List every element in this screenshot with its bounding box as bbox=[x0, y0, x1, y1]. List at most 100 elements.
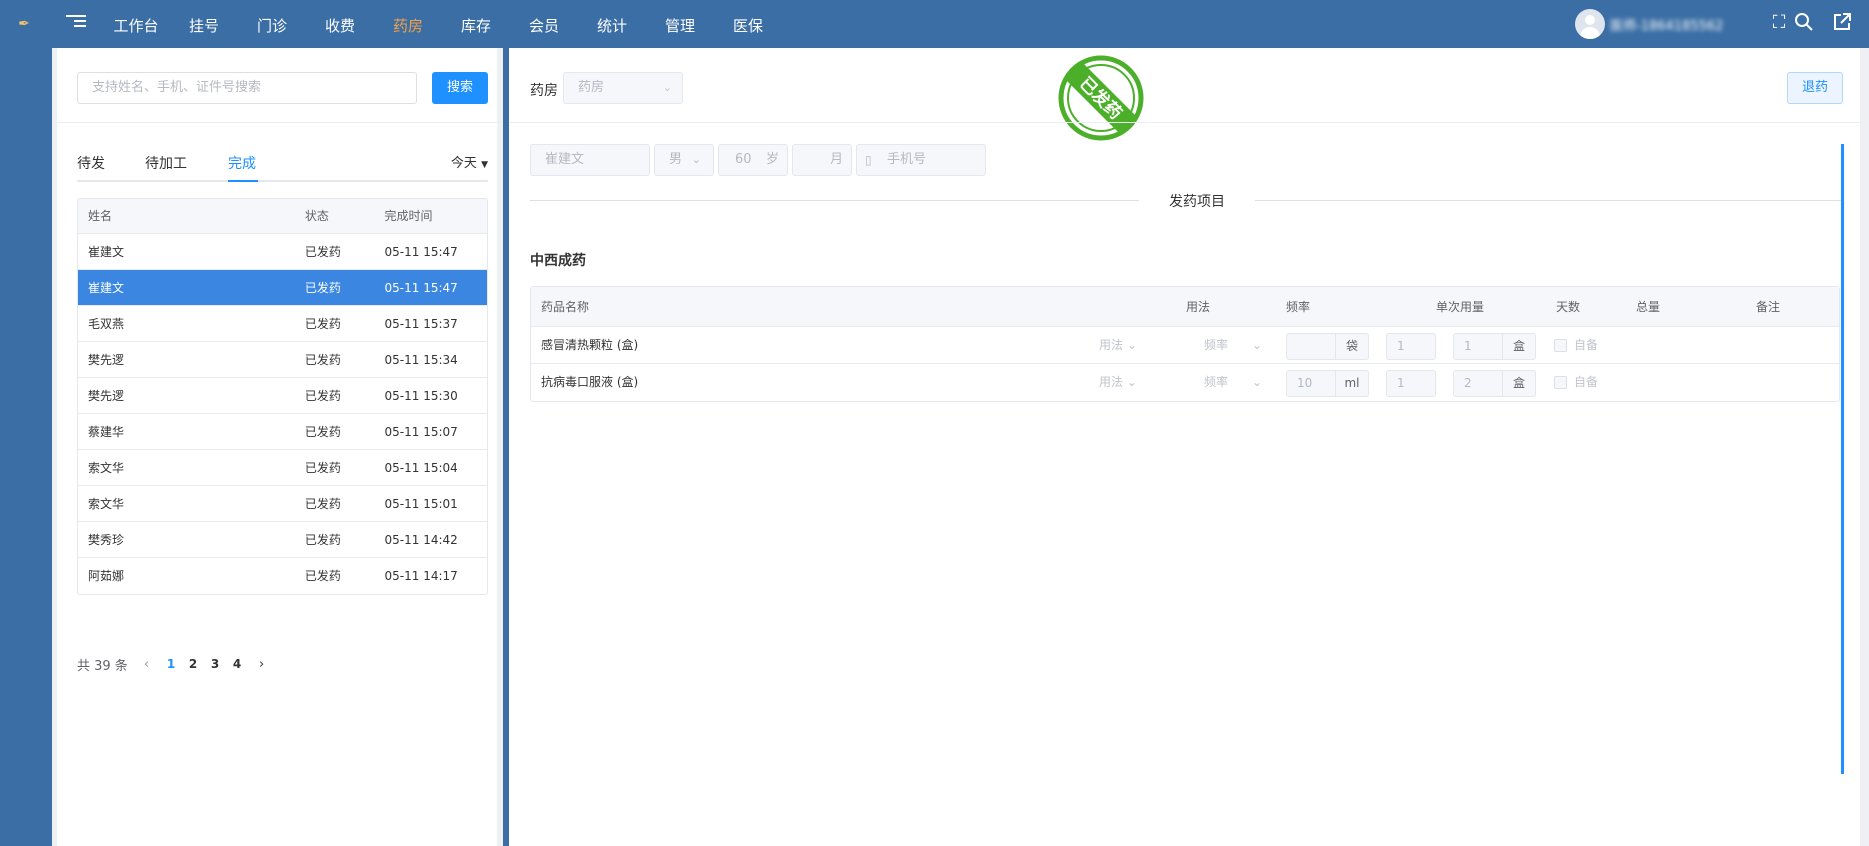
table-row[interactable]: 樊秀珍 已发药 05-11 14:42 bbox=[78, 522, 487, 558]
caret-down-icon: ▼ bbox=[481, 160, 488, 170]
drug-group-title: 中西成药 bbox=[530, 253, 586, 269]
total-input[interactable]: 1 bbox=[1453, 333, 1503, 360]
month-unit: 月 bbox=[829, 152, 843, 167]
user-avatar[interactable] bbox=[1575, 9, 1605, 39]
dispense-detail-panel: 药房 药房 ⌄ 已发药 退药 崔建文 男 ⌄ 60 岁 月 ▯ 手机号 发药项目… bbox=[509, 48, 1860, 846]
dose-input[interactable] bbox=[1286, 333, 1336, 360]
dispense-status: 已发药 bbox=[304, 569, 341, 583]
section-divider-right bbox=[1255, 200, 1841, 201]
chevron-down-icon: ⌄ bbox=[662, 81, 672, 94]
patient-month-field[interactable]: 月 bbox=[792, 144, 852, 176]
column-header-total: 总量 bbox=[1636, 300, 1661, 314]
prev-page-icon[interactable]: ‹ bbox=[144, 657, 149, 672]
self-supply-checkbox[interactable] bbox=[1554, 339, 1567, 352]
dose-input[interactable]: 10 bbox=[1286, 370, 1336, 397]
days-input[interactable]: 1 bbox=[1386, 370, 1436, 397]
self-supply-label: 自备 bbox=[1574, 375, 1599, 389]
table-row[interactable]: 毛双燕 已发药 05-11 15:37 bbox=[78, 306, 487, 342]
search-input[interactable]: 支持姓名、手机、证件号搜索 bbox=[77, 72, 417, 104]
patient-name: 樊秀珍 bbox=[88, 533, 125, 547]
nav-item[interactable]: 挂号 bbox=[170, 0, 238, 48]
nav-item[interactable]: 库存 bbox=[442, 0, 510, 48]
table-row[interactable]: 崔建文 已发药 05-11 15:47 bbox=[78, 234, 487, 270]
nav-item[interactable]: 会员 bbox=[510, 0, 578, 48]
page-2[interactable]: 2 bbox=[187, 657, 199, 671]
table-row[interactable]: 阿茹娜 已发药 05-11 14:17 bbox=[78, 558, 487, 594]
nav-item[interactable]: 管理 bbox=[646, 0, 714, 48]
completion-time: 05-11 15:34 bbox=[384, 353, 458, 367]
table-row[interactable]: 崔建文 已发药 05-11 15:47 bbox=[78, 270, 487, 306]
usage-select[interactable]: 用法 ⌄ bbox=[1099, 327, 1179, 364]
drug-name: 感冒清热颗粒 (盒) bbox=[541, 338, 639, 352]
brand-logo-icon[interactable]: ✒ bbox=[14, 14, 34, 34]
dose-unit: ml bbox=[1335, 370, 1369, 397]
drug-row: 感冒清热颗粒 (盒) 用法 ⌄ 频率 ⌄ 袋 1 1 盒自备 bbox=[531, 327, 1839, 364]
total-input[interactable]: 2 bbox=[1453, 370, 1503, 397]
completion-time: 05-11 14:17 bbox=[384, 569, 458, 583]
table-row[interactable]: 樊先逻 已发药 05-11 15:30 bbox=[78, 378, 487, 414]
right-gutter bbox=[1860, 48, 1869, 846]
table-row[interactable]: 索文华 已发药 05-11 15:04 bbox=[78, 450, 487, 486]
drug-table-header: 药品名称 用法 频率 单次用量 天数 总量 备注 bbox=[531, 287, 1839, 327]
dispense-status: 已发药 bbox=[304, 281, 341, 295]
table-row[interactable]: 樊先逻 已发药 05-11 15:34 bbox=[78, 342, 487, 378]
tab-pending[interactable]: 待发 bbox=[77, 152, 105, 176]
completion-time: 05-11 15:37 bbox=[384, 317, 458, 331]
nav-item[interactable]: 门诊 bbox=[238, 0, 306, 48]
patient-age-field[interactable]: 60 岁 bbox=[718, 144, 788, 176]
patient-name-field[interactable]: 崔建文 bbox=[530, 144, 650, 176]
completion-time: 05-11 15:47 bbox=[384, 245, 458, 259]
page-3[interactable]: 3 bbox=[209, 657, 221, 671]
dispense-status: 已发药 bbox=[304, 389, 341, 403]
patient-name: 崔建文 bbox=[88, 281, 125, 295]
page-1[interactable]: 1 bbox=[165, 657, 177, 671]
patient-name: 索文华 bbox=[88, 497, 125, 511]
nav-item[interactable]: 收费 bbox=[306, 0, 374, 48]
search-button[interactable]: 搜索 bbox=[432, 72, 488, 104]
dispense-status: 已发药 bbox=[304, 461, 341, 475]
table-row[interactable]: 索文华 已发药 05-11 15:01 bbox=[78, 486, 487, 522]
status-tabs: 待发 待加工 完成 今天 ▼ bbox=[77, 152, 488, 182]
pager-total: 共 39 条 bbox=[77, 658, 128, 674]
patient-name: 蔡建华 bbox=[88, 425, 125, 439]
pharmacy-label: 药房 bbox=[530, 83, 558, 99]
patient-phone-field[interactable]: ▯ 手机号 bbox=[856, 144, 986, 176]
self-supply-checkbox[interactable] bbox=[1554, 376, 1567, 389]
page-4[interactable]: 4 bbox=[231, 657, 243, 671]
nav-item[interactable]: 工作台 bbox=[102, 0, 170, 48]
dispense-status: 已发药 bbox=[304, 245, 341, 259]
nav-item[interactable]: 医保 bbox=[714, 0, 782, 48]
nav-item[interactable]: 统计 bbox=[578, 0, 646, 48]
pharmacy-select[interactable]: 药房 ⌄ bbox=[563, 72, 683, 104]
usage-select[interactable]: 用法 ⌄ bbox=[1099, 364, 1179, 401]
return-drug-button[interactable]: 退药 bbox=[1787, 72, 1843, 104]
menu-toggle-icon[interactable] bbox=[66, 12, 86, 32]
next-page-icon[interactable]: › bbox=[259, 657, 264, 672]
chevron-down-icon: ⌄ bbox=[691, 153, 701, 166]
user-name[interactable]: 医师-1864185562 bbox=[1610, 15, 1740, 33]
column-header-drug-name: 药品名称 bbox=[541, 300, 590, 314]
pharmacy-select-value: 药房 bbox=[578, 80, 605, 95]
column-header-usage: 用法 bbox=[1186, 300, 1211, 314]
table-row[interactable]: 蔡建华 已发药 05-11 15:07 bbox=[78, 414, 487, 450]
fullscreen-icon[interactable]: ⛶ bbox=[1768, 12, 1790, 34]
external-link-icon[interactable] bbox=[1831, 12, 1853, 34]
patient-name: 樊先逻 bbox=[88, 389, 125, 403]
column-header-dose: 单次用量 bbox=[1436, 300, 1485, 314]
active-tab-indicator bbox=[228, 180, 258, 182]
nav-item[interactable]: 药房 bbox=[374, 0, 442, 48]
date-filter-dropdown[interactable]: 今天 ▼ bbox=[451, 152, 488, 177]
patient-name: 毛双燕 bbox=[88, 317, 125, 331]
dispense-status: 已发药 bbox=[304, 497, 341, 511]
date-filter-label: 今天 bbox=[450, 156, 477, 171]
scrollbar[interactable] bbox=[1841, 144, 1844, 774]
days-input[interactable]: 1 bbox=[1386, 333, 1436, 360]
dispense-status: 已发药 bbox=[304, 533, 341, 547]
tab-completed[interactable]: 完成 bbox=[228, 152, 256, 176]
completion-time: 05-11 15:47 bbox=[384, 281, 458, 295]
chevron-down-icon: ⌄ bbox=[1126, 375, 1137, 389]
divider bbox=[509, 122, 1860, 123]
search-icon[interactable] bbox=[1793, 12, 1815, 34]
tab-processing[interactable]: 待加工 bbox=[145, 152, 187, 176]
patient-gender-select[interactable]: 男 ⌄ bbox=[654, 144, 714, 176]
